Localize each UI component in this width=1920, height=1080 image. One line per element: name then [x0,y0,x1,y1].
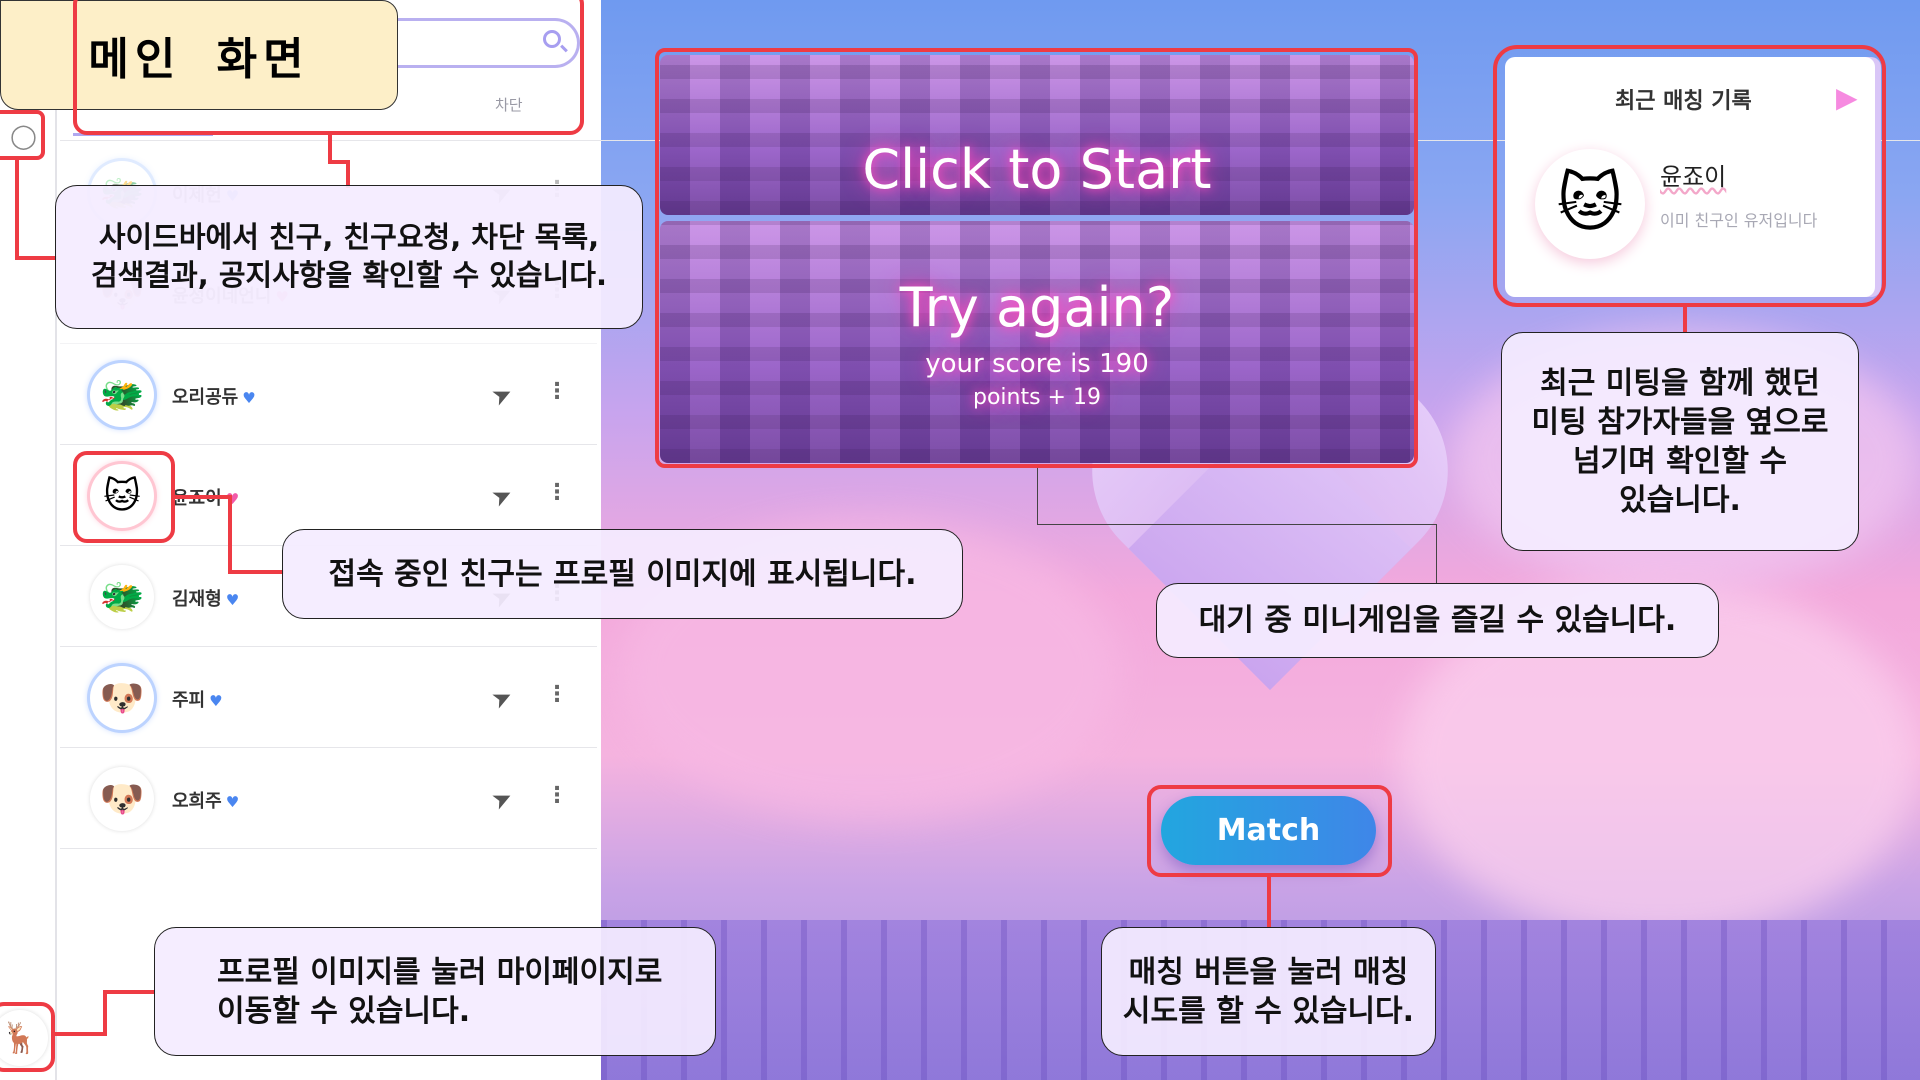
callout-match: 매칭 버튼을 눌러 매칭 시도를 할 수 있습니다. [1101,927,1436,1056]
callout-mypage: 프로필 이미지를 눌러 마이페이지로 이동할 수 있습니다. [154,927,716,1056]
heart-icon: ♥ [209,692,223,710]
connector [228,495,232,572]
friend-name: 오리공듀 ♥ [172,383,256,409]
friend-row[interactable]: 🐶 오희주 ♥ ➤ ⋮ [60,749,597,849]
highlight-recent-match [1493,45,1886,307]
connector [103,990,155,994]
heart-icon: ♥ [242,389,256,407]
callout-minigame: 대기 중 미니게임을 즐길 수 있습니다. [1156,583,1719,658]
highlight-search-tabs [73,0,584,135]
highlight-minigame [655,48,1418,468]
friend-name-text: 오리공듀 [172,387,239,408]
connector [55,1032,105,1036]
friend-name-text: 오희주 [172,791,222,812]
highlight-online-avatar [73,451,175,543]
connector [15,160,19,258]
send-message-icon[interactable]: ➤ [487,681,517,715]
more-options-icon[interactable]: ⋮ [546,480,568,505]
friend-avatar[interactable]: 🐲 [90,363,154,427]
highlight-match-button [1147,785,1392,877]
callout-sidebar: 사이드바에서 친구, 친구요청, 차단 목록, 검색결과, 공지사항을 확인할 … [55,185,643,329]
connector [346,160,350,188]
more-options-icon[interactable]: ⋮ [546,682,568,707]
friend-name-text: 주피 [172,690,206,711]
highlight-my-avatar [0,1002,55,1072]
friend-avatar[interactable]: 🐶 [90,666,154,730]
friend-name-text: 김재형 [172,589,222,610]
connector [228,570,284,574]
more-options-icon[interactable]: ⋮ [546,783,568,808]
connector [1683,306,1687,332]
friend-name: 주피 ♥ [172,686,223,712]
left-rail [0,0,57,1080]
send-message-icon[interactable]: ➤ [487,378,517,412]
send-message-icon[interactable]: ➤ [487,479,517,513]
send-message-icon[interactable]: ➤ [487,782,517,816]
connector [15,256,57,260]
friend-name: 오희주 ♥ [172,787,239,813]
callout-online: 접속 중인 친구는 프로필 이미지에 표시됩니다. [282,529,963,619]
heart-icon: ♥ [225,793,240,811]
connector [103,990,107,1036]
connector [1037,468,1038,524]
connector [328,135,332,163]
friend-avatar[interactable]: 🐲 [90,565,154,629]
connector [1267,877,1271,927]
connector [1037,524,1437,525]
highlight-lightbulb [0,110,45,160]
more-options-icon[interactable]: ⋮ [546,379,568,404]
heart-icon: ♥ [225,591,240,609]
callout-recent: 최근 미팅을 함께 했던 미팅 참가자들을 옆으로 넘기며 확인할 수 있습니다… [1501,332,1859,551]
connector [175,495,231,499]
connector [1436,524,1437,583]
friend-name: 김재형 ♥ [172,585,239,611]
friend-row[interactable]: 🐶 주피 ♥ ➤ ⋮ [60,648,597,748]
friend-row[interactable]: 🐲 오리공듀 ♥ ➤ ⋮ [60,345,597,445]
friend-avatar[interactable]: 🐶 [90,767,154,831]
